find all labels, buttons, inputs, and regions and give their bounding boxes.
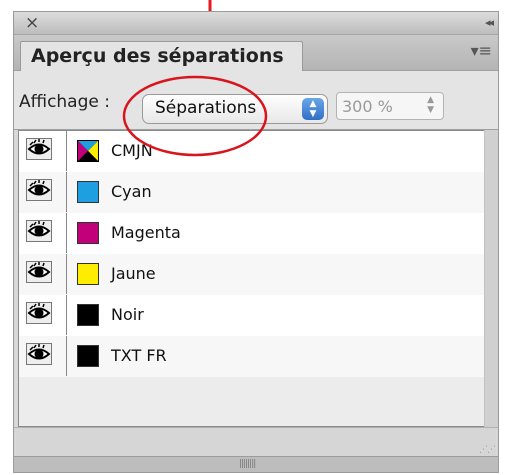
eye-icon bbox=[26, 302, 52, 324]
separation-name: Cyan bbox=[111, 182, 152, 201]
visibility-toggle[interactable] bbox=[19, 336, 67, 376]
cyan-swatch bbox=[77, 181, 99, 203]
select-stepper-icon: ▲ ▼ bbox=[302, 98, 324, 120]
list-item-magenta[interactable]: Magenta bbox=[19, 213, 484, 255]
collapse-panel-icon[interactable]: ◂◂ bbox=[485, 12, 494, 34]
ink-limit-stepper-icon[interactable]: ▲ ▼ bbox=[427, 95, 434, 115]
list-item-noir[interactable]: Noir bbox=[19, 295, 484, 337]
list-item-jaune[interactable]: Jaune bbox=[19, 254, 484, 296]
visibility-toggle[interactable] bbox=[19, 254, 67, 294]
ink-limit-field[interactable]: 300 % ▲ ▼ bbox=[336, 92, 444, 120]
annotation-ellipse-icon bbox=[122, 75, 268, 157]
list-item-txt-fr[interactable]: TXT FR bbox=[19, 336, 484, 378]
panel-tabbar: Aperçu des séparations ▾≡ bbox=[14, 35, 498, 71]
visibility-toggle[interactable] bbox=[19, 172, 67, 212]
separation-name: Noir bbox=[111, 305, 144, 324]
panel-footer: ⋰⋰ bbox=[14, 427, 498, 458]
view-label: Affichage : bbox=[19, 92, 110, 112]
spot-color-swatch bbox=[77, 345, 99, 367]
resize-grip-icon[interactable]: ⋰⋰ bbox=[479, 445, 496, 455]
panel-menu-icon[interactable]: ▾≡ bbox=[471, 41, 492, 60]
visibility-toggle[interactable] bbox=[19, 213, 67, 253]
ink-limit-value: 300 % bbox=[342, 97, 393, 116]
visibility-toggle[interactable] bbox=[19, 295, 67, 335]
magenta-swatch bbox=[77, 222, 99, 244]
eye-icon bbox=[26, 138, 52, 160]
list-empty-area bbox=[19, 377, 484, 426]
separations-list: CMJN Cyan Magenta Jaune Noir TXT FR bbox=[18, 130, 485, 427]
eye-icon bbox=[26, 343, 52, 365]
separation-name: Magenta bbox=[111, 223, 181, 242]
black-swatch bbox=[77, 304, 99, 326]
tab-separations-preview[interactable]: Aperçu des séparations bbox=[20, 41, 303, 71]
eye-icon bbox=[26, 220, 52, 242]
list-item-cyan[interactable]: Cyan bbox=[19, 172, 484, 214]
cmyk-process-swatch-icon bbox=[77, 140, 99, 162]
separation-name: Jaune bbox=[111, 264, 156, 283]
scrollbar-track[interactable] bbox=[484, 130, 498, 427]
eye-icon bbox=[26, 179, 52, 201]
eye-icon bbox=[26, 261, 52, 283]
drag-grip-icon[interactable]: |||||||| bbox=[239, 459, 256, 469]
visibility-toggle[interactable] bbox=[19, 131, 67, 171]
separation-name: TXT FR bbox=[111, 346, 167, 365]
panel-titlebar: × ◂◂ bbox=[14, 12, 498, 35]
panel-bottom-bar: |||||||| bbox=[14, 456, 498, 472]
close-icon[interactable]: × bbox=[25, 12, 39, 34]
yellow-swatch bbox=[77, 263, 99, 285]
